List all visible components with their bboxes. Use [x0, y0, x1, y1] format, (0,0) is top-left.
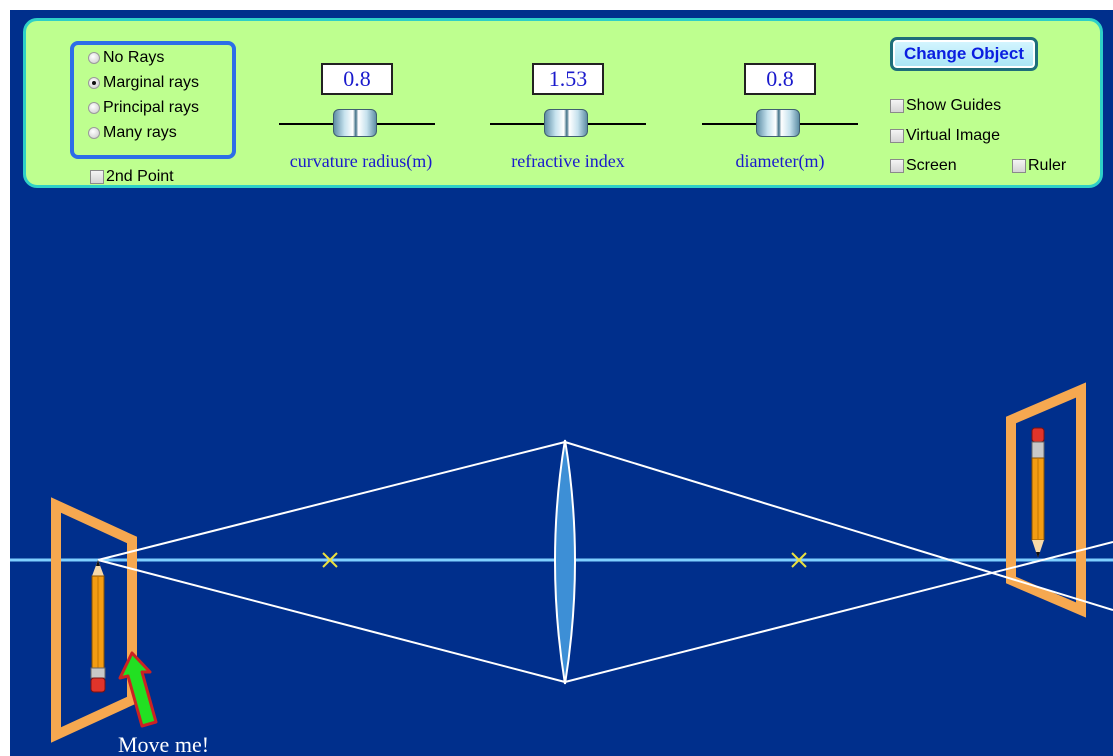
checkbox-second-point[interactable]: 2nd Point [90, 166, 174, 188]
checkbox-label: Ruler [1028, 157, 1067, 174]
curvature-radius-value[interactable]: 0.8 [321, 63, 393, 95]
slider-thumb[interactable] [756, 109, 800, 137]
radio-many-rays[interactable]: Many rays [88, 122, 177, 144]
simulation-stage: Move me! No Rays Marginal rays Principal… [10, 10, 1113, 756]
marginal-rays [97, 441, 1113, 683]
change-object-button[interactable]: Change Object [890, 37, 1038, 71]
move-me-hint: Move me! [118, 732, 210, 756]
checkbox-virtual-image[interactable]: Virtual Image [890, 125, 1000, 147]
radio-principal-rays[interactable]: Principal rays [88, 97, 199, 119]
diameter-label: diameter(m) [735, 151, 825, 171]
slider-diameter: 0.8 [702, 41, 862, 157]
radio-button[interactable] [88, 102, 100, 114]
pencil-object-icon[interactable] [90, 560, 106, 693]
slider-curvature-radius: 0.8 [279, 41, 439, 157]
refractive-index-value[interactable]: 1.53 [532, 63, 604, 95]
checkbox-box[interactable] [890, 129, 904, 143]
radio-label: Principal rays [103, 99, 200, 116]
checkbox-box[interactable] [1012, 159, 1026, 173]
curvature-radius-label: curvature radius(m) [289, 151, 433, 171]
slider-refractive-index: 1.53 [490, 41, 650, 157]
diameter-value[interactable]: 0.8 [744, 63, 816, 95]
checkbox-screen[interactable]: Screen [890, 155, 957, 177]
radio-button[interactable] [88, 52, 100, 64]
move-arrow-icon[interactable] [118, 651, 158, 728]
checkbox-box[interactable] [890, 99, 904, 113]
slider-thumb[interactable] [544, 109, 588, 137]
radio-label: Marginal rays [103, 74, 200, 91]
radio-no-rays[interactable]: No Rays [88, 47, 164, 69]
radio-label: Many rays [103, 124, 177, 141]
checkbox-label: Virtual Image [906, 127, 1000, 144]
refractive-index-label: refractive index [511, 151, 625, 171]
slider-thumb[interactable] [333, 109, 377, 137]
radio-button-selected[interactable] [88, 77, 100, 89]
checkbox-show-guides[interactable]: Show Guides [890, 95, 1001, 117]
radio-label: No Rays [103, 49, 165, 66]
radio-marginal-rays[interactable]: Marginal rays [88, 72, 199, 94]
ray-mode-group: No Rays Marginal rays Principal rays Man… [70, 41, 236, 159]
checkbox-box[interactable] [90, 170, 104, 184]
checkbox-label: Show Guides [906, 97, 1002, 114]
pencil-image-icon [1031, 427, 1045, 558]
image-frame [1006, 382, 1086, 618]
checkbox-label: Screen [906, 157, 957, 174]
checkbox-label: 2nd Point [106, 168, 174, 185]
radio-button[interactable] [88, 127, 100, 139]
checkbox-ruler[interactable]: Ruler [1012, 155, 1066, 177]
checkbox-box[interactable] [890, 159, 904, 173]
control-panel: No Rays Marginal rays Principal rays Man… [23, 18, 1103, 188]
lens-icon[interactable] [554, 439, 576, 685]
